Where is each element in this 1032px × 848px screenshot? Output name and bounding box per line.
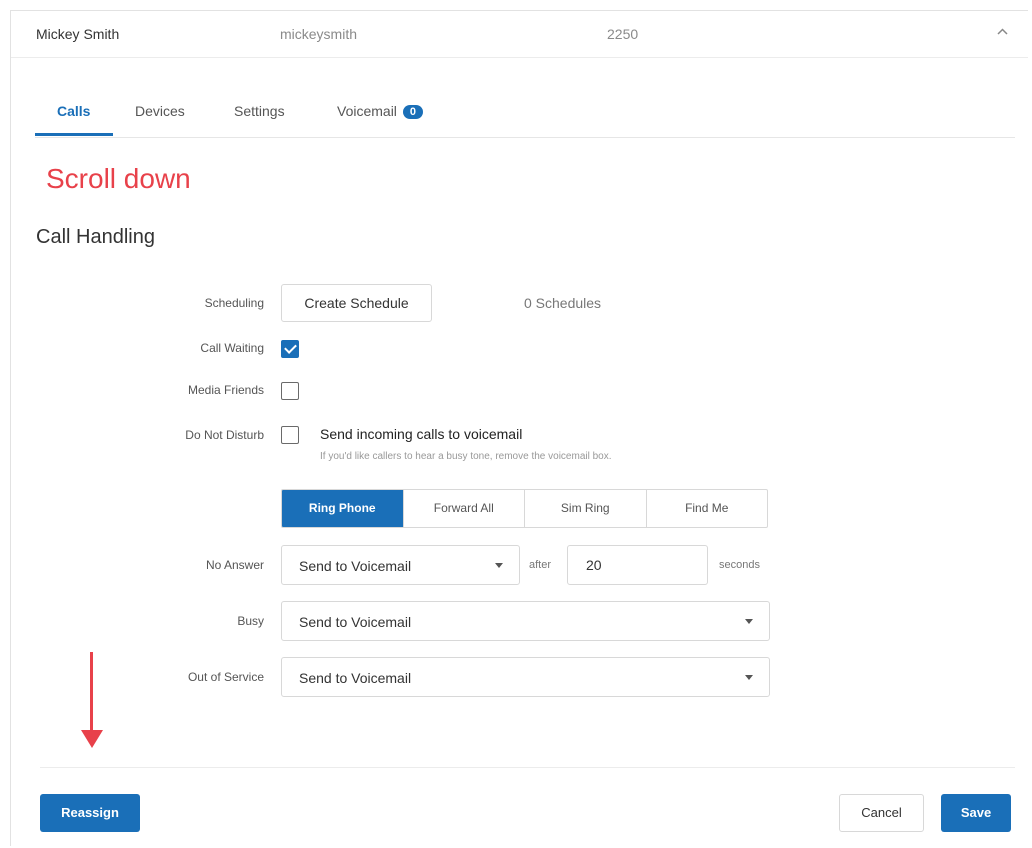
no-answer-seconds-input[interactable] <box>567 545 708 585</box>
call-waiting-label: Call Waiting <box>200 341 264 355</box>
caret-down-icon <box>745 619 753 624</box>
scheduling-label: Scheduling <box>204 296 264 310</box>
no-answer-select[interactable]: Send to Voicemail <box>281 545 520 585</box>
tab-bar: Calls Devices Settings Voicemail 0 <box>35 92 1015 138</box>
no-answer-label: No Answer <box>205 558 264 572</box>
call-waiting-checkbox[interactable] <box>281 340 299 358</box>
active-tab-indicator <box>35 133 113 136</box>
dnd-help-text: If you'd like callers to hear a busy ton… <box>320 451 612 462</box>
no-answer-value: Send to Voicemail <box>299 558 412 574</box>
chevron-up-icon[interactable] <box>997 23 1008 38</box>
caret-down-icon <box>495 563 503 568</box>
busy-label: Busy <box>237 614 264 628</box>
cancel-button[interactable]: Cancel <box>839 794 924 832</box>
call-mode-tabs: Ring Phone Forward All Sim Ring Find Me <box>281 489 768 528</box>
media-friends-checkbox[interactable] <box>281 382 299 400</box>
arrow-down-annotation-shaft <box>90 652 93 734</box>
reassign-button[interactable]: Reassign <box>40 794 140 832</box>
schedules-count: 0 Schedules <box>524 295 602 311</box>
busy-select[interactable]: Send to Voicemail <box>281 601 770 641</box>
user-name: Mickey Smith <box>36 26 120 42</box>
scroll-down-annotation: Scroll down <box>46 163 191 194</box>
busy-value: Send to Voicemail <box>299 614 412 630</box>
out-of-service-select[interactable]: Send to Voicemail <box>281 657 770 697</box>
seconds-label: seconds <box>719 559 760 571</box>
caret-down-icon <box>745 675 753 680</box>
section-title: Call Handling <box>36 226 155 248</box>
sim-ring-tab[interactable]: Sim Ring <box>524 490 646 527</box>
voicemail-count-badge: 0 <box>402 105 424 119</box>
find-me-tab[interactable]: Find Me <box>645 490 768 527</box>
user-username: mickeysmith <box>280 26 358 42</box>
forward-all-tab[interactable]: Forward All <box>402 490 525 527</box>
arrow-down-icon <box>81 730 103 748</box>
do-not-disturb-checkbox[interactable] <box>281 426 299 444</box>
tab-voicemail-label: Voicemail <box>337 103 397 119</box>
do-not-disturb-label: Do Not Disturb <box>185 428 264 442</box>
out-of-service-label: Out of Service <box>187 670 264 684</box>
user-row[interactable]: Mickey Smith mickeysmith 2250 <box>11 11 1028 58</box>
media-friends-label: Media Friends <box>187 383 264 397</box>
tab-settings[interactable]: Settings <box>234 103 285 119</box>
user-extension: 2250 <box>607 26 639 42</box>
after-label: after <box>529 559 552 571</box>
footer-divider <box>40 767 1015 768</box>
tab-calls[interactable]: Calls <box>57 103 90 119</box>
create-schedule-button[interactable]: Create Schedule <box>281 284 432 322</box>
dnd-option-title: Send incoming calls to voicemail <box>320 426 523 442</box>
out-of-service-value: Send to Voicemail <box>299 670 412 686</box>
tab-devices[interactable]: Devices <box>135 103 185 119</box>
tab-voicemail[interactable]: Voicemail 0 <box>337 103 424 119</box>
ring-phone-tab[interactable]: Ring Phone <box>282 490 403 527</box>
save-button[interactable]: Save <box>941 794 1011 832</box>
